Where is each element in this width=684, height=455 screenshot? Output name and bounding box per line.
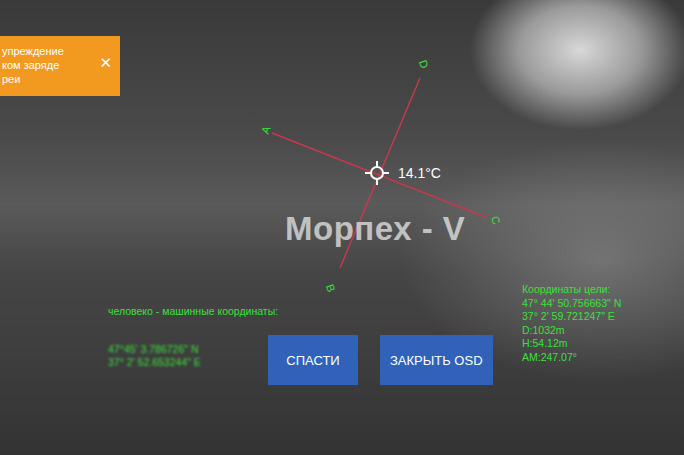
reticle-label: B <box>324 282 338 293</box>
target-title: Координаты цели: <box>522 283 621 297</box>
operator-line: 47°45' 3.786726" N <box>108 343 278 357</box>
operator-line: 37° 2' 52.653244" E <box>108 356 278 370</box>
operator-coordinates: человеко - машинные координаты: 47°45' 3.… <box>108 305 278 370</box>
reticle-label: A <box>259 124 273 135</box>
reticle-label: C <box>489 214 503 226</box>
watermark: Морпех - V <box>285 210 465 248</box>
close-osd-button[interactable]: ЗАКРЫТЬ OSD <box>380 335 493 385</box>
target-line: 37° 2' 59.721247" E <box>522 310 621 324</box>
close-icon[interactable]: ✕ <box>99 56 112 70</box>
target-line: 47° 44' 50.756663" N <box>522 297 621 311</box>
video-frame: A B C D 14.1°C Морпех - V упреждениеком заряде… <box>0 0 684 455</box>
toast-line: реи <box>2 72 98 86</box>
toast-line: ком заряде <box>2 58 98 72</box>
operator-title: человеко - машинные координаты: <box>108 305 278 319</box>
target-line: AM:247.07° <box>522 351 621 365</box>
save-button[interactable]: СПАСТИ <box>268 335 358 385</box>
target-line: H:54.12m <box>522 337 621 351</box>
toast-line: упреждение <box>2 44 98 58</box>
target-coordinates: Координаты цели:47° 44' 50.756663" N37° … <box>522 283 621 364</box>
target-line: D:1032m <box>522 324 621 338</box>
operator-lines: 47°45' 3.786726" N37° 2' 52.653244" E <box>108 343 278 370</box>
temperature-reading: 14.1°C <box>398 165 441 181</box>
warning-toast: упреждениеком зарядереи✕ <box>0 36 120 96</box>
reticle-label: D <box>417 58 431 70</box>
